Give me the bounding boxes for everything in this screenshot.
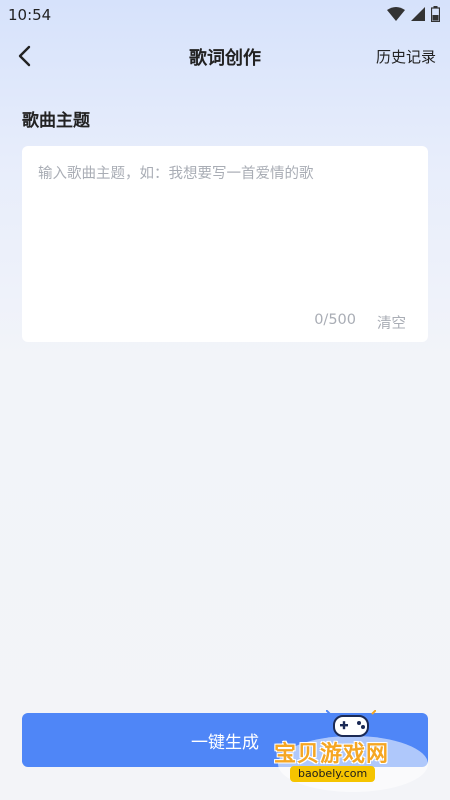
char-count: 0/500 bbox=[314, 312, 356, 328]
watermark-domain: baobely.com bbox=[290, 766, 376, 782]
topic-input-card: 0/500 清空 bbox=[22, 146, 428, 342]
status-bar: 10:54 bbox=[0, 0, 450, 32]
battery-icon bbox=[431, 6, 440, 22]
nav-bar: 歌词创作 历史记录 bbox=[0, 36, 450, 76]
clear-button[interactable]: 清空 bbox=[377, 312, 406, 333]
status-icons bbox=[387, 6, 440, 22]
status-time: 10:54 bbox=[8, 6, 52, 24]
signal-icon bbox=[411, 7, 425, 21]
wifi-icon bbox=[387, 7, 405, 21]
watermark: 宝贝游戏网 baobely.com bbox=[268, 706, 446, 796]
history-link[interactable]: 历史记录 bbox=[376, 46, 436, 67]
section-title: 歌曲主题 bbox=[22, 111, 90, 131]
watermark-text: 宝贝游戏网 bbox=[274, 742, 390, 767]
topic-input[interactable] bbox=[38, 162, 412, 302]
